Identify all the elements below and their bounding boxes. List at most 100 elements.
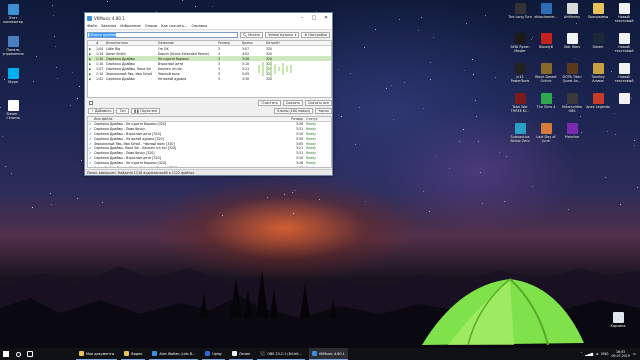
- desktop-shortcut-icon[interactable]: Total War THREE KI...: [508, 93, 532, 113]
- star: [430, 78, 432, 80]
- column-header[interactable]: Исполнитель: [106, 41, 158, 45]
- desktop-shortcut-icon[interactable]: Steam: [586, 33, 610, 49]
- charts-button[interactable]: Чарты: [315, 108, 332, 114]
- desktop-shortcut-icon[interactable]: Панель управления: [1, 36, 25, 56]
- shortcut-label: Этот компьютер: [3, 16, 23, 24]
- top-button[interactable]: Топ: [116, 108, 129, 114]
- list-item[interactable]: ✔ Серёжка Драйвы - Не курите бараны [320]…: [88, 160, 331, 165]
- search-icon[interactable]: [12, 348, 24, 360]
- desktop-shortcut-icon[interactable]: DOTA Titan Quest An...: [560, 63, 584, 83]
- menu-item[interactable]: Как скачать...: [161, 24, 187, 28]
- desktop-shortcut-icon[interactable]: ArtMoney: [560, 3, 584, 19]
- taskbar-button[interactable]: Uplay: [202, 348, 225, 360]
- play-icon[interactable]: ▶: [88, 72, 96, 76]
- desktop-shortcut-icon[interactable]: Новый текстовый: [612, 3, 636, 23]
- mode-dropdown[interactable]: Умная музыка ▾: [265, 31, 300, 38]
- play-icon[interactable]: ▶: [88, 47, 96, 51]
- desktop-shortcut-icon[interactable]: Этот компьютер: [1, 4, 25, 24]
- chevron-up-icon[interactable]: ˄: [581, 352, 583, 356]
- network-icon[interactable]: ▂▄▆: [585, 352, 593, 356]
- task-view-icon[interactable]: [24, 348, 36, 360]
- desktop-shortcut-icon[interactable]: [612, 93, 636, 105]
- minimize-button[interactable]: –: [296, 13, 308, 23]
- settings-button[interactable]: ⚙ Настройки: [301, 31, 330, 38]
- taskbar-button[interactable]: VKMusic 4.80.1: [308, 348, 348, 360]
- shortcut-glyph: [592, 93, 604, 104]
- menu-item[interactable]: Избранное: [120, 24, 140, 28]
- column-header[interactable]: Статус: [303, 117, 331, 121]
- play-icon[interactable]: ▶: [88, 67, 96, 71]
- play-icon[interactable]: ▶: [88, 77, 96, 81]
- desktop-shortcut-icon[interactable]: AMD Ryzen Master: [508, 33, 532, 53]
- select-all-checkbox[interactable]: [89, 100, 93, 105]
- desktop-shortcut-icon[interactable]: Bloody6: [534, 33, 558, 49]
- star: [417, 29, 419, 31]
- desktop-shortcut-icon[interactable]: The Long Turn: [508, 3, 532, 19]
- play-icon[interactable]: ▶: [88, 62, 96, 66]
- column-header[interactable]: Размер: [263, 117, 303, 121]
- start-button[interactable]: [0, 348, 12, 360]
- artist-cell: Серёжка Драйвы: [106, 56, 135, 61]
- star: [429, 211, 431, 213]
- search-button[interactable]: 🔍︎ Искать: [239, 31, 264, 38]
- list-item[interactable]: ✔ Серёжка Драйвы - Пиво бочку [320] 3:31 Re…: [88, 151, 331, 156]
- desktop-shortcut-icon[interactable]: Subnautica Below Zero: [508, 123, 532, 143]
- desktop-shortcut-icon[interactable]: Star Wars: [560, 33, 584, 49]
- taskbar-button[interactable]: Лапин: [228, 348, 254, 360]
- list-item[interactable]: ✔ Зеркальный Явь, Ива Scholl - Чёрный вол…: [88, 141, 331, 146]
- download-all-button[interactable]: Скачать все: [305, 99, 332, 106]
- list-item[interactable]: ✔ Aaron Smith - Dancin (Krono Extended Re…: [88, 165, 331, 167]
- clips-button[interactable]: Клипы (200 новых): [274, 108, 314, 114]
- play-icon[interactable]: ▶: [88, 52, 96, 56]
- title-bar[interactable]: VKMusic 4.80.1 – □ ✕: [85, 13, 332, 23]
- notification-icon[interactable]: ▭: [633, 352, 636, 356]
- column-header[interactable]: Время: [242, 41, 266, 45]
- column-header[interactable]: Размер: [218, 41, 242, 45]
- volume-icon[interactable]: 🔊︎: [596, 352, 598, 356]
- add-button[interactable]: + Добавить: [88, 108, 115, 114]
- pause-all-button[interactable]: ❚❚ Пауза все: [130, 108, 161, 114]
- column-header[interactable]: Имя файла: [94, 117, 263, 121]
- column-header[interactable]: #: [96, 41, 106, 45]
- close-button[interactable]: ✕: [320, 13, 332, 23]
- clear-button[interactable]: Очистить: [258, 99, 281, 106]
- column-header[interactable]: Битрейт: [266, 41, 288, 45]
- list-item[interactable]: ✔ Серёжка Драйвы - Не курите бараны [320]…: [88, 122, 331, 127]
- list-item[interactable]: ✔ Серёжка Драйвы, Ника Sel - Kasmen Ich b…: [88, 146, 331, 151]
- taskbar-button[interactable]: Мои документы: [76, 348, 118, 360]
- desktop-shortcut-icon[interactable]: Last Day of June: [534, 123, 558, 143]
- maximize-button[interactable]: □: [308, 13, 320, 23]
- desktop-shortcut-icon[interactable]: Steam - Chrome: [1, 100, 25, 120]
- desktop-shortcut-icon[interactable]: The Sims 4: [534, 93, 558, 109]
- desktop-shortcut-icon[interactable]: Mainline: [560, 123, 584, 139]
- list-item[interactable]: ✔ Серёжка Драйвы - Взрослые дети [320] 3:1…: [88, 156, 331, 161]
- play-icon[interactable]: ▶: [88, 57, 96, 61]
- desktop-shortcut-icon[interactable]: Jc15 PowerTools: [508, 63, 532, 83]
- desktop-shortcut-icon[interactable]: Apex Legends: [586, 93, 610, 109]
- desktop-shortcut-icon[interactable]: ellsocleaner...: [534, 3, 558, 19]
- language-indicator[interactable]: ENG: [601, 352, 608, 356]
- menu-item[interactable]: Закачка: [101, 24, 116, 28]
- desktop-shortcut-icon[interactable]: Программы: [586, 3, 610, 19]
- search-input[interactable]: Сборка драйвы: [87, 31, 238, 38]
- desktop-shortcut-icon[interactable]: Skype: [1, 68, 25, 84]
- column-header[interactable]: Название: [158, 41, 218, 45]
- taskbar-button[interactable]: OBS 23.2.1 (64-bit...: [257, 348, 305, 360]
- desktop-shortcut-icon[interactable]: Новый текстовый: [612, 33, 636, 53]
- desktop-shortcut-icon[interactable]: Tunetby Аниме: [586, 63, 610, 83]
- list-item[interactable]: ✔ Серёжка Драйвы - Не валяй дурака [320] 3…: [88, 136, 331, 141]
- list-item[interactable]: ✔ Серёжка Драйвы - Взрослые дети [320] 3:1…: [88, 132, 331, 137]
- shortcut-label: DOTA Titan Quest An...: [562, 75, 582, 83]
- download-button[interactable]: Скачать: [282, 99, 304, 106]
- menu-item[interactable]: Справка: [191, 24, 207, 28]
- menu-item[interactable]: Опции: [145, 24, 157, 28]
- taskbar-button[interactable]: Alan Walker, Julio B...: [149, 348, 199, 360]
- taskbar-button[interactable]: Видео: [121, 348, 146, 360]
- desktop-shortcut-icon[interactable]: Steamvideo OBS: [560, 93, 584, 113]
- recycle-bin-icon[interactable]: Корзина: [606, 312, 630, 328]
- list-item[interactable]: ✔ Серёжка Драйвы - Пиво бочку 3:31 Ready: [88, 127, 331, 132]
- desktop-shortcut-icon[interactable]: Black Desert Online: [534, 63, 558, 83]
- clock[interactable]: 16:05 09.07.2019: [612, 350, 630, 358]
- menu-item[interactable]: Файл: [87, 24, 97, 28]
- desktop-shortcut-icon[interactable]: Новый текстовый: [612, 63, 636, 83]
